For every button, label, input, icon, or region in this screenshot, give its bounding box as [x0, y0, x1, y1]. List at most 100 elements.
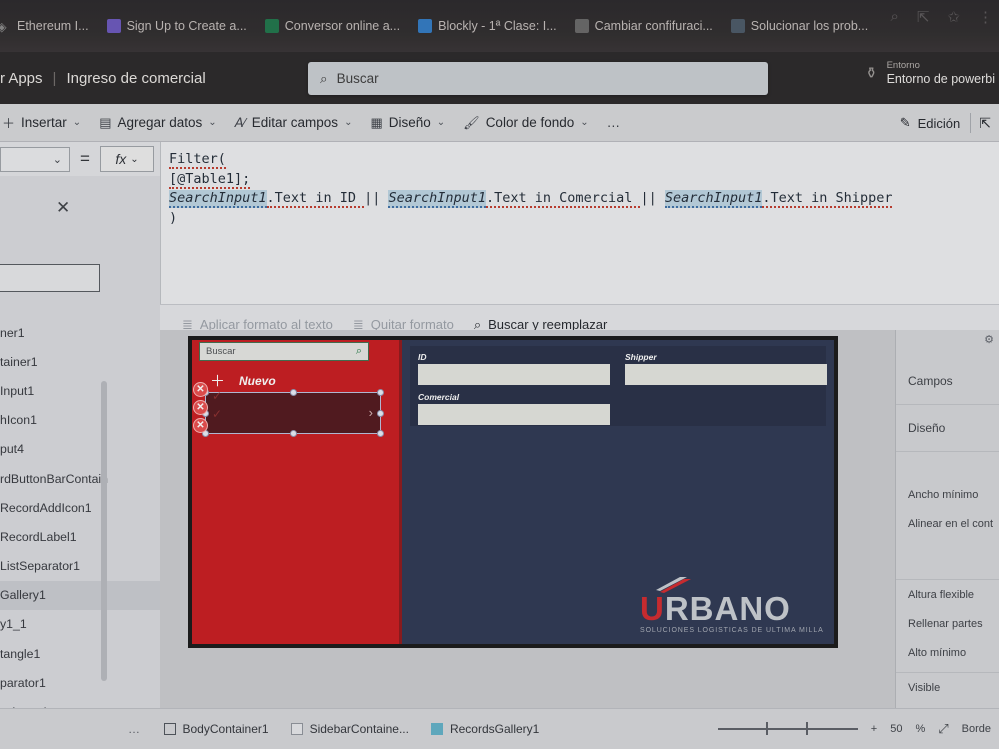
tree-item[interactable]: tangle1 [0, 639, 160, 668]
zoom-slider-knob[interactable] [805, 722, 808, 735]
formula-text-1: .Text in ID [266, 190, 365, 208]
gallery-selected-item[interactable]: ✓ ✓ › [202, 389, 384, 437]
form-field-input[interactable] [418, 404, 610, 425]
environment-switcher[interactable]: ⚱ Entorno Entorno de powerbi [865, 60, 995, 87]
browser-tab[interactable]: ◈ Ethereum I... [0, 19, 98, 34]
gallery-icon [430, 723, 443, 735]
error-badge[interactable]: ✕ [193, 382, 208, 397]
error-badge[interactable]: ✕ [193, 418, 208, 433]
browser-tab[interactable]: Blockly - 1ª Clase: I... [409, 19, 566, 33]
form-field-input[interactable] [418, 364, 610, 385]
tree-search-input[interactable] [0, 264, 100, 292]
property-row-ancho-minimo[interactable]: Ancho mínimo [896, 480, 999, 509]
container-icon [163, 723, 176, 735]
form-field-shipper[interactable]: Shipper [625, 352, 827, 385]
chevron-right-icon[interactable]: › [369, 405, 373, 420]
chevron-down-icon: ⌄ [130, 153, 139, 165]
resize-handle[interactable] [377, 389, 384, 396]
tree-item[interactable]: rdButtonBarContain [0, 464, 160, 493]
browser-tab[interactable]: Conversor online a... [256, 19, 409, 33]
ribbon-label: Color de fondo [485, 115, 575, 130]
share-icon[interactable]: ⇱ [971, 115, 999, 132]
tree-scrollbar[interactable] [101, 381, 107, 681]
property-row-rellenar-partes[interactable]: Rellenar partes [896, 609, 999, 638]
tree-item[interactable]: y1_1 [0, 610, 160, 639]
edit-fields-icon: 𝘈⁄ [234, 114, 246, 130]
app-sidebar-container[interactable]: Buscar ⌕ ＋ Nuevo ✓ ✓ › ✕ ✕ ✕ [192, 340, 399, 644]
resize-handle[interactable] [290, 389, 297, 396]
search-icon[interactable]: ⌕ [890, 8, 898, 26]
property-row-alto-minimo[interactable]: Alto mínimo [896, 638, 999, 667]
logo-rest: RBANO [664, 590, 791, 627]
edit-mode-button[interactable]: ✎ Edición [890, 115, 971, 131]
fx-button[interactable]: fx ⌄ [100, 146, 154, 172]
more-icon[interactable]: ⋮ [978, 8, 993, 26]
browser-tab[interactable]: Cambiar confifuraci... [566, 19, 722, 33]
global-search-input[interactable]: ⌕ Buscar [308, 62, 768, 95]
breadcrumb-item-bodycontainer[interactable]: BodyContainer1 [163, 722, 269, 736]
property-row-campos[interactable]: Campos [896, 358, 999, 404]
fit-screen-icon[interactable]: ⤢ [938, 721, 948, 737]
properties-panel: ⚙ Campos Diseño Ancho mínimo Alinear en … [895, 330, 999, 733]
form-field-input[interactable] [625, 364, 827, 385]
tree-item[interactable]: hIcon1 [0, 406, 160, 435]
ribbon-item-editar-campos[interactable]: 𝘈⁄ Editar campos ⌄ [227, 111, 361, 135]
breadcrumb-overflow[interactable]: … [128, 722, 142, 736]
ribbon-item-color-de-fondo[interactable]: 🖌 Color de fondo ⌄ [455, 111, 596, 135]
tree-item[interactable]: parator1 [0, 668, 160, 697]
form-card: ID Shipper Comercial [410, 346, 827, 426]
formula-editor[interactable]: Filter( [@Table1]; SearchInput1.Text in … [160, 142, 999, 304]
gear-icon[interactable]: ⚙ [984, 333, 994, 346]
app-search-input[interactable]: Buscar ⌕ [199, 342, 369, 361]
ribbon-label: Editar campos [251, 115, 339, 130]
favorite-icon[interactable]: ✩ [947, 8, 960, 26]
tree-item[interactable]: ner1 [0, 318, 160, 347]
property-label: Ancho mínimo [908, 488, 979, 501]
zoom-in-button[interactable]: + [871, 723, 877, 735]
app-form-container[interactable]: ID Shipper Comercial URBANO SOLUCIONES L… [399, 340, 834, 644]
close-icon[interactable]: ✕ [56, 198, 70, 218]
app-canvas[interactable]: Buscar ⌕ ＋ Nuevo ✓ ✓ › ✕ ✕ ✕ ID Shipper … [160, 330, 895, 708]
form-field-comercial[interactable]: Comercial [418, 392, 610, 425]
resize-handle[interactable] [290, 430, 297, 437]
tree-item-selected[interactable]: Gallery1 [0, 580, 160, 610]
browser-tab-label: Solucionar los prob... [750, 19, 869, 33]
property-row-diseno[interactable]: Diseño [896, 405, 999, 451]
ribbon-item-insertar[interactable]: ＋ Insertar ⌄ [0, 109, 89, 136]
share-icon[interactable]: ⇱ [917, 8, 930, 26]
resize-handle[interactable] [377, 410, 384, 417]
browser-tab[interactable]: Sign Up to Create a... [98, 19, 256, 33]
ribbon-item-agregar-datos[interactable]: ▤ Agregar datos ⌄ [91, 111, 225, 135]
formula-operator-2: || [640, 190, 665, 206]
form-field-id[interactable]: ID [418, 352, 610, 385]
form-field-label: Shipper [625, 352, 657, 362]
resize-handle[interactable] [377, 430, 384, 437]
browser-tab[interactable]: Solucionar los prob... [722, 19, 877, 33]
property-row-visible[interactable]: Visible [896, 673, 999, 702]
error-badge[interactable]: ✕ [193, 400, 208, 415]
signup-icon [106, 19, 121, 33]
logo-initial: U [640, 590, 665, 627]
browser-tab-label: Blockly - 1ª Clase: I... [438, 19, 557, 33]
tree-item[interactable]: put4 [0, 435, 160, 464]
tree-item[interactable]: tainer1 [0, 347, 160, 376]
breadcrumb-item-sidebarcontainer[interactable]: SidebarContaine... [290, 722, 409, 736]
property-select[interactable]: ⌄ [0, 146, 70, 172]
property-row-alinear[interactable]: Alinear en el cont [896, 509, 999, 538]
formula-text-2: .Text in Comercial [486, 190, 641, 208]
tree-item[interactable]: ListSeparator1 [0, 552, 160, 581]
zoom-slider[interactable] [717, 722, 858, 735]
ribbon-item-diseno[interactable]: ▦ Diseño ⌄ [362, 111, 453, 135]
breadcrumb-label: BodyContainer1 [182, 722, 269, 736]
tree-item[interactable]: RecordAddIcon1 [0, 493, 160, 522]
suite-label[interactable]: r Apps [0, 70, 43, 87]
status-bar: … BodyContainer1 SidebarContaine... Reco… [0, 708, 999, 749]
zoom-slider-tick [765, 722, 768, 735]
property-row-altura-flexible[interactable]: Altura flexible [896, 580, 999, 609]
search-icon[interactable]: ⌕ [356, 345, 362, 358]
tree-item[interactable]: Input1 [0, 376, 160, 405]
new-record-button[interactable]: ＋ Nuevo [210, 370, 276, 391]
ribbon-overflow-button[interactable]: … [599, 111, 630, 134]
breadcrumb-item-recordsgallery[interactable]: RecordsGallery1 [430, 722, 539, 736]
tree-item[interactable]: RecordLabel1 [0, 522, 160, 551]
